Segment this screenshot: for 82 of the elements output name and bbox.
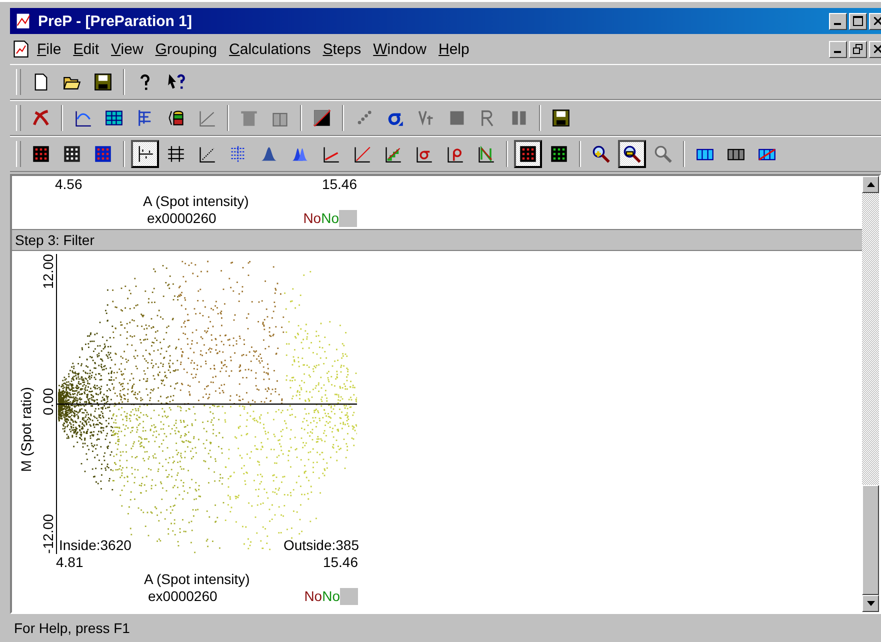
- axis-max-label: 15.46: [322, 176, 357, 193]
- menu-item[interactable]: View: [106, 40, 148, 58]
- menu-item[interactable]: Calculations: [224, 40, 316, 58]
- maximize-button[interactable]: [849, 12, 867, 30]
- status-text: For Help, press F1: [14, 620, 130, 636]
- axis-ticks-icon: [136, 145, 154, 163]
- dot-matrix-icon: [94, 145, 112, 163]
- curve-chart-icon: [74, 109, 92, 127]
- menu-item[interactable]: Grouping: [150, 40, 222, 58]
- y-axis-title: M (Spot ratio): [18, 387, 34, 472]
- dot-matrix-icon: [32, 145, 50, 163]
- x-axis-title: A (Spot intensity): [144, 571, 250, 588]
- minimize-button[interactable]: [829, 12, 847, 30]
- flag-box: [339, 210, 357, 227]
- square-icon: [448, 109, 466, 127]
- flag-text: No: [322, 588, 340, 605]
- vertical-scrollbar[interactable]: [862, 176, 879, 612]
- zoom-in-icon: [592, 145, 610, 163]
- new-document-icon: [32, 73, 50, 91]
- toolbar-button[interactable]: [618, 140, 646, 168]
- zigzag-chart-icon: [477, 145, 495, 163]
- scroll-up-button[interactable]: [862, 176, 879, 193]
- toolbar-button[interactable]: [131, 140, 159, 168]
- step-header: Step 3: Filter: [12, 229, 862, 251]
- grid-table-icon: [105, 109, 123, 127]
- axis-min-label: 4.56: [55, 176, 82, 193]
- menu-item[interactable]: Edit: [68, 40, 104, 58]
- axis-max-label: 15.46: [322, 554, 358, 571]
- inside-count: Inside:3620: [59, 537, 132, 554]
- restore-icon: [853, 44, 863, 54]
- restore-button[interactable]: [849, 40, 867, 58]
- toolbar-button[interactable]: [514, 140, 542, 168]
- menu-item[interactable]: Steps: [318, 40, 366, 58]
- flag-text: No: [304, 588, 322, 605]
- diagonal-square-icon: [313, 109, 331, 127]
- down-arrow-icon: [866, 601, 874, 606]
- x-axis-title: A (Spot intensity): [143, 193, 249, 210]
- zoom-icon: [623, 145, 641, 163]
- scroll-thumb[interactable]: [862, 485, 879, 595]
- trash-icon: [240, 109, 258, 127]
- window-title: PreP - [PreParation 1]: [38, 12, 193, 30]
- sample-name: ex0000260: [147, 210, 218, 227]
- close-icon: [874, 17, 881, 25]
- outside-count: Outside:385: [284, 537, 359, 554]
- line-chart-icon: [198, 109, 216, 127]
- up-arrow-icon: [866, 182, 874, 187]
- flag-text: No: [321, 210, 339, 227]
- scroll-down-button[interactable]: [862, 595, 879, 612]
- database-icon: [167, 109, 185, 127]
- flag-text: No: [303, 210, 322, 227]
- rho-chart-icon: [446, 145, 464, 163]
- line-chart-icon: [322, 145, 340, 163]
- axis-min-label: 4.81: [56, 554, 84, 571]
- flag-box: [340, 588, 358, 605]
- hatched-axis-icon: [167, 145, 185, 163]
- bell-curve-icon: [260, 145, 278, 163]
- zoom-icon: [654, 145, 672, 163]
- sample-name: ex0000260: [148, 588, 218, 605]
- y-tick-label: -12.00: [40, 514, 56, 554]
- cross-curve-icon: [32, 109, 50, 127]
- dot-matrix-icon: [550, 145, 568, 163]
- dot-matrix-icon: [63, 145, 81, 163]
- app-icon: [14, 12, 32, 30]
- scatter-dots-icon: [355, 109, 373, 127]
- pointer-question-icon: [167, 73, 185, 91]
- sigma-chart-icon: [415, 145, 433, 163]
- diagonal-line-icon: [353, 145, 371, 163]
- formula-icon: [417, 109, 435, 127]
- minimize-button[interactable]: [829, 40, 847, 58]
- y-tick-label: 0.00: [40, 388, 56, 416]
- document-icon: [12, 40, 30, 58]
- dotted-grid-icon: [229, 145, 247, 163]
- menu-item[interactable]: File: [32, 40, 66, 58]
- menu-item[interactable]: Help: [434, 40, 474, 58]
- close-icon: [874, 45, 881, 53]
- dot-matrix-icon: [519, 145, 537, 163]
- maximize-icon: [853, 16, 863, 26]
- stair-chart-icon: [384, 145, 402, 163]
- y-tick-label: 12.00: [40, 254, 56, 290]
- two-bars-icon: [510, 109, 528, 127]
- diagonal-dots-icon: [198, 145, 216, 163]
- menu-item[interactable]: Window: [368, 40, 432, 58]
